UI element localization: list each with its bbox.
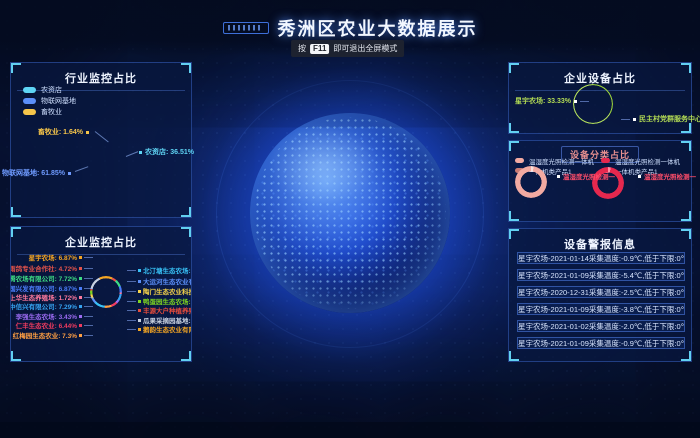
chart-label: 民主村党群服务中心: (621, 114, 700, 124)
chart-label: 丰源大户种植养殖场: 1. (127, 305, 192, 315)
chart-label: 嘉兴雨鸽专业合作社: 4.72% (10, 263, 93, 273)
enterprise-donut-chart[interactable] (90, 276, 122, 308)
chart-label: 农资店: 36.51% (139, 147, 194, 157)
legend-swatch (23, 87, 36, 93)
panel-device-classification-ratio: 设备分类占比 温湿度光照检测一体机 一体机类产品1 温湿度光照检测一体机 一体机… (508, 140, 692, 222)
chart-label: 温湿度光照检测一 (557, 171, 615, 181)
legend-swatch (23, 98, 36, 104)
brand-logo-icon (223, 22, 269, 34)
legend-item[interactable]: 畜牧业 (23, 107, 76, 117)
chart-label: 北汀塘生态农场: 11.56% (127, 265, 192, 275)
chart-label: 陶门生态农业科技有限公 (127, 286, 192, 296)
chart-label: 红梅园生态农业: 7.3% (13, 330, 93, 340)
panel-enterprise-monitor-ratio: 企业监控占比 星宇农场: 6.87% 嘉兴雨鸽专业合作社: 4.72% 家腾农场… (10, 226, 192, 362)
legend-swatch (515, 158, 524, 163)
chart-label: 物联网基地: 61.85% (2, 168, 71, 178)
label-connector (126, 151, 138, 157)
panel-industry-monitor-ratio: 行业监控占比 农资店 物联网基地 畜牧业 畜牧业: 1.64% 农资店: 36.… (10, 62, 192, 218)
label-dot (638, 175, 641, 178)
chart-label: 星宇农场: 33.33% (515, 96, 589, 106)
legend-item[interactable]: 物联网基地 (23, 96, 76, 106)
panel-title: 行业监控占比 (11, 63, 191, 86)
legend-label: 温湿度光照检测一体机 (615, 156, 680, 166)
panel-title: 企业设备占比 (509, 63, 691, 86)
label-dot (574, 100, 577, 103)
alarm-row[interactable]: 星宇农场-2021-01-09采集温度:-5.4℃,低于下限:0℃ (517, 269, 685, 281)
label-connector (75, 166, 88, 172)
panel-enterprise-device-ratio: 企业设备占比 星宇农场: 33.33% 民主村党群服务中心: (508, 62, 692, 134)
alarm-row[interactable]: 星宇农场-2021-01-09采集温度:-0.9℃,低于下限:0℃ (517, 337, 685, 349)
alarm-row[interactable]: 星宇农场-2021-01-09采集温度:-3.8℃,低于下限:0℃ (517, 303, 685, 315)
chart-label: 温湿度光照检测一 (638, 171, 696, 181)
chart-label: 畜牧业: 1.64% (38, 127, 89, 137)
chart-label: 大运河生态农业有限责任公 (127, 276, 192, 286)
chart-label: 中信兴有限公司: 7.29% (10, 301, 93, 311)
header: 秀洲区农业大数据展示 (0, 15, 700, 41)
legend-item[interactable]: 温湿度光照检测一体机 (515, 156, 594, 165)
panel-device-alarm-info: 设备警报信息 星宇农场-2021-01-14采集温度:-0.9℃,低于下限:0℃… (508, 228, 692, 362)
legend-swatch (23, 109, 36, 115)
industry-legend: 农资店 物联网基地 畜牧业 (23, 85, 76, 118)
alarm-list: 星宇农场-2021-01-14采集温度:-0.9℃,低于下限:0℃ 星宇农场-2… (517, 252, 685, 354)
page-title: 秀洲区农业大数据展示 (278, 15, 478, 41)
label-dot (86, 131, 89, 134)
alarm-row[interactable]: 星宇农场-2021-01-02采集温度:-2.0℃,低于下限:0℃ (517, 320, 685, 332)
chart-label: 仁丰生态农业: 6.44% (16, 320, 93, 330)
legend-label: 物联网基地 (41, 96, 76, 106)
panel-title: 企业监控占比 (11, 227, 191, 250)
legend-swatch (601, 158, 610, 163)
f11-keycap: F11 (310, 44, 329, 54)
fullscreen-tip: 按 F11 即可退出全屏模式 (291, 40, 404, 57)
industry-donut-chart[interactable] (86, 139, 126, 179)
footer-band (0, 422, 700, 438)
legend-item[interactable]: 农资店 (23, 85, 76, 95)
alarm-row[interactable]: 星宇农场-2020-12-31采集温度:-2.5℃,低于下限:0℃ (517, 286, 685, 298)
globe-highlight (268, 125, 378, 205)
label-dot (68, 172, 71, 175)
tip-suffix: 即可退出全屏模式 (333, 43, 397, 54)
legend-label: 畜牧业 (41, 107, 62, 117)
chart-label: 家腾农场有限公司: 7.72% (10, 273, 93, 283)
dashboard: 秀洲区农业大数据展示 按 F11 即可退出全屏模式 行业监控占比 农资店 物联网… (0, 0, 700, 438)
chart-label: 鹅韵生态农业有限公司: 6.87% (127, 324, 192, 334)
legend-item[interactable]: 温湿度光照检测一体机 (601, 156, 680, 165)
tip-prefix: 按 (298, 43, 306, 54)
panel-title: 设备警报信息 (509, 229, 691, 252)
legend-label: 温湿度光照检测一体机 (529, 156, 594, 166)
legend-label: 农资店 (41, 85, 62, 95)
alarm-row[interactable]: 星宇农场-2021-01-14采集温度:-0.9℃,低于下限:0℃ (517, 252, 685, 264)
globe-visualization (250, 113, 450, 313)
left-class-donut-chart[interactable] (515, 166, 547, 198)
chart-label: 星宇农场: 6.87% (29, 252, 93, 262)
label-dot (557, 175, 560, 178)
label-dot (139, 151, 142, 154)
label-dot (633, 118, 636, 121)
